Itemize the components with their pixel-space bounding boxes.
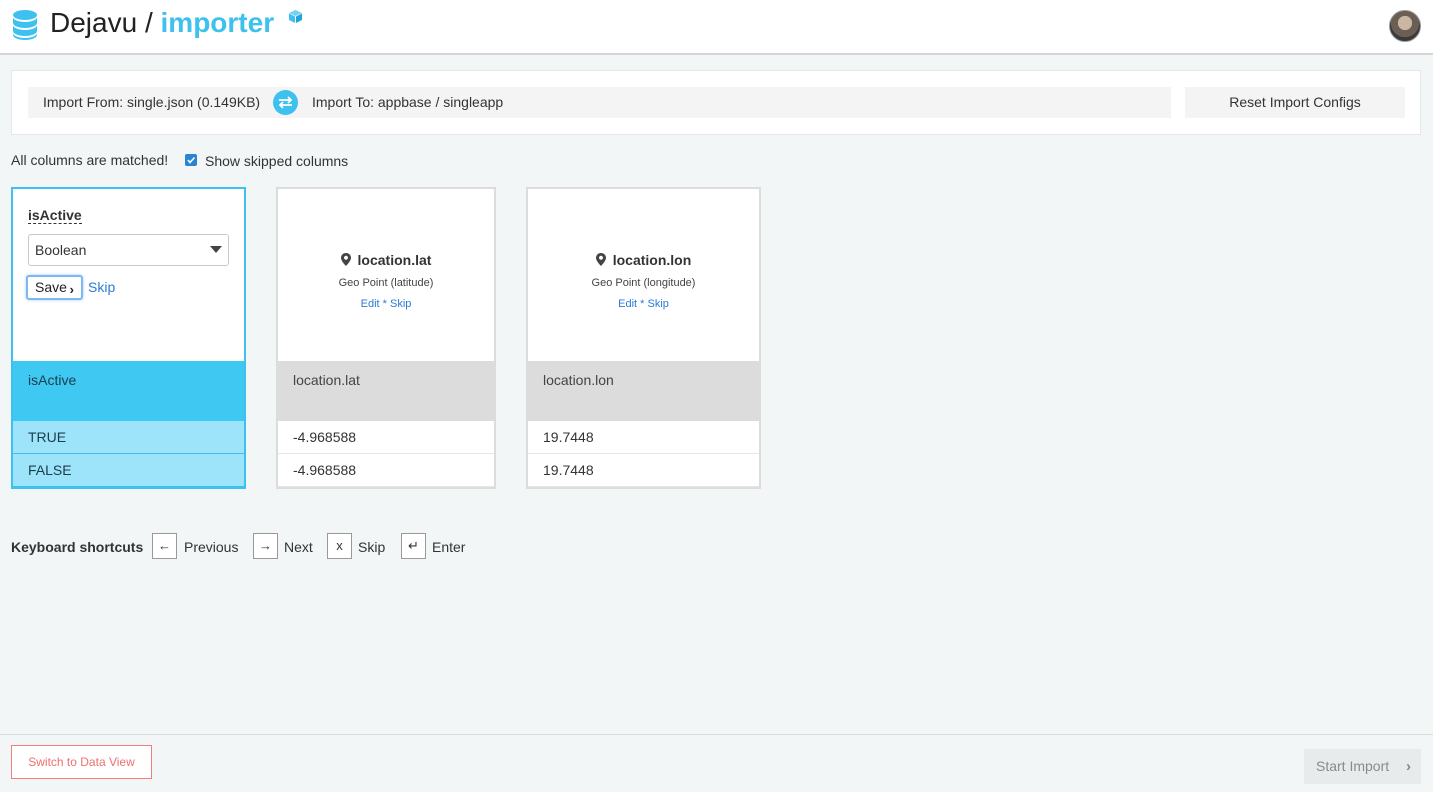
user-avatar[interactable] bbox=[1389, 10, 1421, 42]
cube-icon bbox=[289, 10, 302, 23]
import-info-bar: Import From: single.json (0.149KB) Impor… bbox=[28, 87, 1171, 118]
save-button-label: Save bbox=[35, 279, 67, 295]
edit-link[interactable]: Edit bbox=[361, 298, 380, 310]
title-separator: / bbox=[144, 7, 153, 38]
type-select[interactable]: Boolean bbox=[28, 234, 229, 266]
skip-link[interactable]: Skip bbox=[390, 298, 411, 310]
column-actions: Edit * Skip bbox=[528, 297, 759, 311]
column-type-label: Geo Point (longitude) bbox=[591, 277, 696, 289]
column-card-editor: isActive Boolean Save › Skip bbox=[13, 189, 244, 361]
edit-link[interactable]: Edit bbox=[618, 298, 637, 310]
column-title-text: location.lon bbox=[612, 252, 692, 268]
skip-link[interactable]: Skip bbox=[647, 298, 668, 310]
table-cell: 19.7448 bbox=[528, 421, 759, 454]
footer-bar bbox=[0, 734, 1433, 792]
save-button[interactable]: Save › bbox=[26, 275, 83, 300]
column-card-summary: location.lat Geo Point (latitude) Edit *… bbox=[278, 189, 494, 361]
table-cell: 19.7448 bbox=[528, 454, 759, 487]
table-cell: -4.968588 bbox=[278, 454, 494, 487]
shortcut-label-previous: Previous bbox=[184, 539, 239, 555]
type-select-value: Boolean bbox=[35, 242, 87, 258]
import-from-text: Import From: single.json (0.149KB) bbox=[43, 94, 261, 110]
action-separator: * bbox=[640, 298, 645, 310]
column-field-name: isActive bbox=[28, 207, 82, 224]
column-title: location.lat bbox=[278, 251, 494, 269]
x-key: x bbox=[327, 533, 352, 559]
start-import-button[interactable]: Start Import › bbox=[1304, 749, 1421, 784]
keyboard-shortcuts-title: Keyboard shortcuts bbox=[11, 539, 144, 555]
caret-down-icon bbox=[210, 246, 222, 253]
import-config-panel: Import From: single.json (0.149KB) Impor… bbox=[11, 70, 1421, 135]
shortcut-label-skip: Skip bbox=[358, 539, 386, 555]
import-to-text: Import To: appbase / singleapp bbox=[312, 94, 504, 110]
skip-link[interactable]: Skip bbox=[88, 278, 115, 296]
reset-import-configs-button[interactable]: Reset Import Configs bbox=[1185, 87, 1405, 118]
table-cell: -4.968588 bbox=[278, 421, 494, 454]
table-cell: TRUE bbox=[13, 421, 244, 454]
column-header: isActive bbox=[13, 361, 244, 421]
arrow-right-key: → bbox=[253, 533, 278, 559]
table-cell: FALSE bbox=[13, 454, 244, 487]
tool-name: importer bbox=[160, 7, 275, 38]
column-actions: Edit * Skip bbox=[278, 297, 494, 311]
column-card-location-lat[interactable]: location.lat Geo Point (latitude) Edit *… bbox=[276, 187, 496, 489]
shortcut-label-next: Next bbox=[284, 539, 313, 555]
switch-to-data-view-button[interactable]: Switch to Data View bbox=[11, 745, 152, 779]
map-pin-icon bbox=[340, 253, 351, 266]
app-name: Dejavu bbox=[50, 7, 138, 38]
column-card-location-lon[interactable]: location.lon Geo Point (longitude) Edit … bbox=[526, 187, 761, 489]
column-header: location.lat bbox=[278, 361, 494, 421]
action-separator: * bbox=[382, 298, 387, 310]
column-type-label: Geo Point (latitude) bbox=[338, 277, 434, 289]
start-import-label: Start Import bbox=[1316, 758, 1390, 774]
swap-arrows-icon[interactable] bbox=[273, 90, 298, 115]
column-card-summary: location.lon Geo Point (longitude) Edit … bbox=[528, 189, 759, 361]
column-title-text: location.lat bbox=[357, 252, 432, 268]
app-title[interactable]: Dejavu / importer bbox=[50, 5, 274, 41]
enter-key: ↵ bbox=[401, 533, 426, 559]
column-card-isactive[interactable]: isActive Boolean Save › Skip isActive TR… bbox=[11, 187, 246, 489]
chevron-right-icon: › bbox=[1406, 758, 1411, 775]
column-title: location.lon bbox=[528, 251, 759, 269]
arrow-left-key: ← bbox=[152, 533, 177, 559]
match-status-text: All columns are matched! bbox=[11, 152, 169, 168]
shortcut-label-enter: Enter bbox=[432, 539, 466, 555]
app-header: Dejavu / importer bbox=[0, 0, 1433, 55]
show-skipped-checkbox[interactable] bbox=[185, 154, 197, 166]
database-stack-icon[interactable] bbox=[11, 9, 39, 41]
show-skipped-label[interactable]: Show skipped columns bbox=[205, 152, 348, 170]
chevron-right-icon: › bbox=[69, 282, 74, 297]
map-pin-icon bbox=[595, 253, 606, 266]
column-header: location.lon bbox=[528, 361, 759, 421]
